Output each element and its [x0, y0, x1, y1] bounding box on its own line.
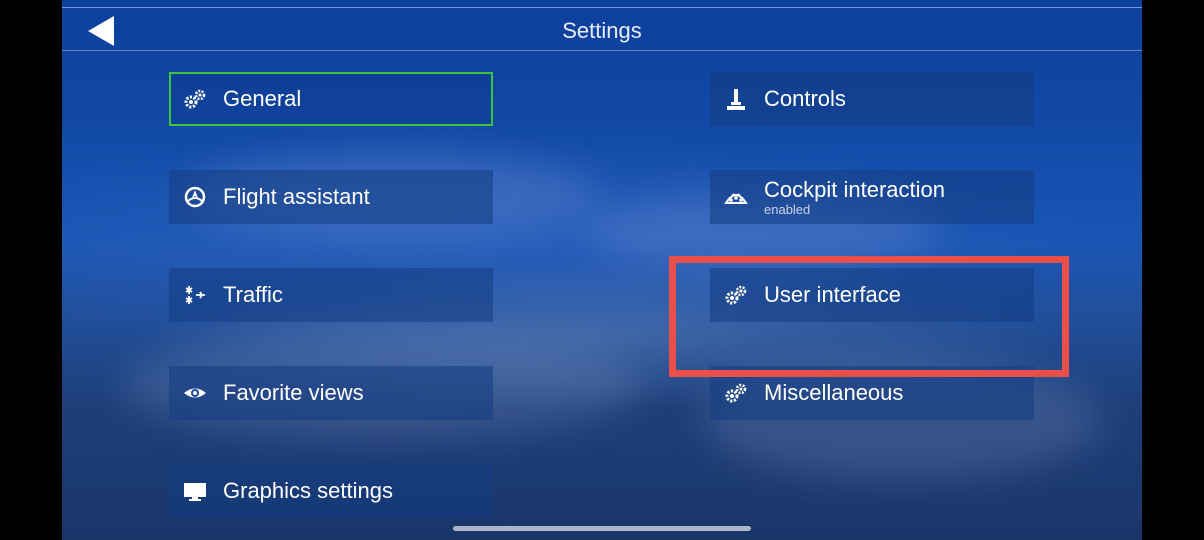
header-bar: Settings	[62, 8, 1142, 51]
gears-icon	[183, 87, 207, 111]
joystick-icon	[724, 87, 748, 111]
traffic-tile[interactable]: Traffic	[169, 268, 493, 322]
miscellaneous-tile[interactable]: Miscellaneous	[710, 366, 1034, 420]
general-tile[interactable]: General	[169, 72, 493, 126]
miscellaneous-label: Miscellaneous	[764, 380, 904, 405]
cockpit-interaction-status: enabled	[764, 201, 811, 217]
user-interface-label: User interface	[764, 282, 901, 307]
planes-icon	[183, 283, 207, 307]
favorite-views-tile[interactable]: Favorite views	[169, 366, 493, 420]
gears-icon	[724, 283, 748, 307]
eye-icon	[183, 381, 207, 405]
cockpit-interaction-tile[interactable]: Cockpit interaction enabled	[710, 170, 1034, 224]
settings-screen: Settings General Flight assistant Traffi…	[62, 0, 1142, 540]
graphics-settings-tile[interactable]: Graphics settings	[169, 464, 493, 518]
flight-assistant-label: Flight assistant	[223, 184, 370, 209]
home-indicator[interactable]	[453, 526, 751, 531]
graphics-settings-label: Graphics settings	[223, 478, 393, 503]
controls-label: Controls	[764, 86, 846, 111]
general-label: General	[223, 86, 302, 111]
flight-assistant-tile[interactable]: Flight assistant	[169, 170, 493, 224]
cockpit-interaction-text: Cockpit interaction enabled	[764, 176, 945, 217]
page-title: Settings	[562, 18, 642, 43]
favorite-views-label: Favorite views	[223, 380, 364, 405]
user-interface-tile[interactable]: User interface	[710, 268, 1034, 322]
gears-icon	[724, 381, 748, 405]
cockpit-icon	[724, 185, 748, 209]
cockpit-interaction-label: Cockpit interaction	[764, 176, 945, 202]
compass-icon	[183, 185, 207, 209]
traffic-label: Traffic	[223, 282, 283, 307]
monitor-icon	[183, 479, 207, 503]
controls-tile[interactable]: Controls	[710, 72, 1034, 126]
